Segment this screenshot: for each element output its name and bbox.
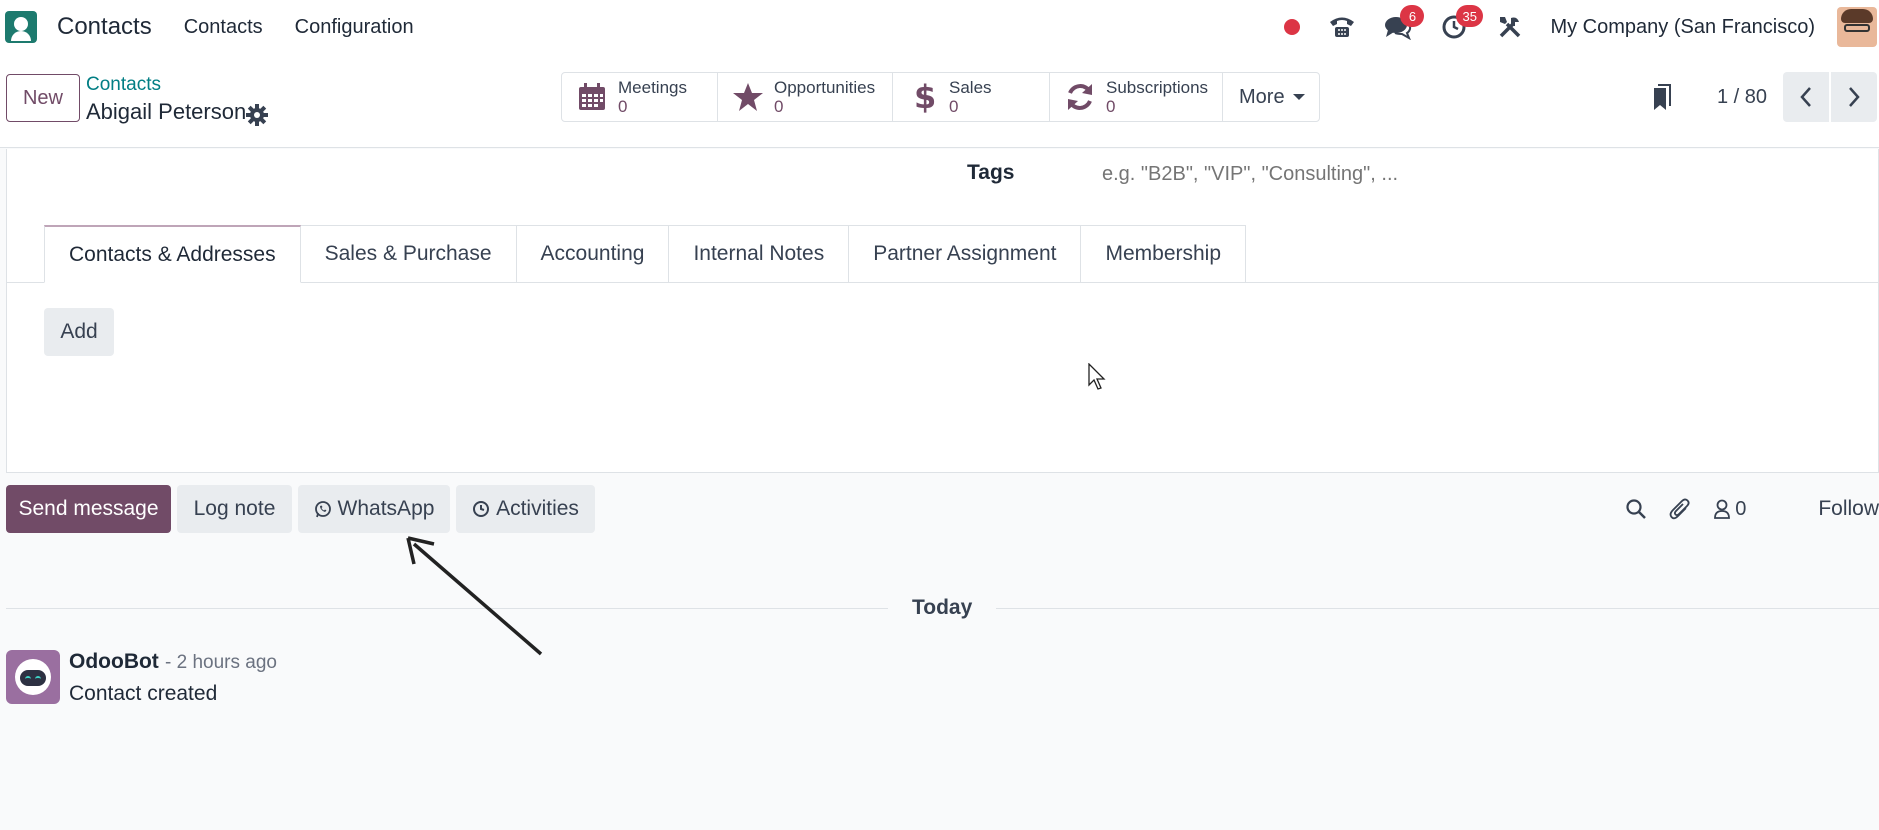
record-name: Abigail Peterson xyxy=(86,99,247,124)
smart-buttons: Meetings 0 Opportunities 0 $ Sales 0 Subscr… xyxy=(561,72,1320,122)
annotation-arrow-icon xyxy=(406,536,543,656)
new-button[interactable]: New xyxy=(6,74,80,122)
meetings-label: Meetings xyxy=(618,78,687,97)
pager-previous-button[interactable] xyxy=(1783,72,1829,122)
messages-badge: 6 xyxy=(1400,5,1425,27)
menu-contacts[interactable]: Contacts xyxy=(184,16,263,39)
today-label: Today xyxy=(888,596,997,620)
tags-label: Tags xyxy=(967,161,1015,184)
tab-internal-notes[interactable]: Internal Notes xyxy=(669,225,850,283)
paperclip-icon[interactable] xyxy=(1669,497,1691,521)
subscriptions-label: Subscriptions xyxy=(1106,78,1209,97)
sales-smart-button[interactable]: $ Sales 0 xyxy=(893,73,1050,121)
svg-text:$: $ xyxy=(914,80,935,114)
activities-clock-icon[interactable]: 35 xyxy=(1438,5,1483,43)
recording-indicator-icon[interactable] xyxy=(1284,19,1301,35)
tools-icon[interactable] xyxy=(1494,11,1526,43)
user-icon xyxy=(1714,499,1731,519)
calendar-icon xyxy=(576,81,608,113)
menu-configuration[interactable]: Configuration xyxy=(295,16,414,39)
followers-count: 0 xyxy=(1735,497,1747,520)
send-message-button[interactable]: Send message xyxy=(6,485,171,533)
tab-contacts-addresses[interactable]: Contacts & Addresses xyxy=(44,225,301,283)
whatsapp-icon xyxy=(314,500,332,518)
whatsapp-label: WhatsApp xyxy=(337,497,435,520)
activities-label: Activities xyxy=(496,497,579,520)
meetings-smart-button[interactable]: Meetings 0 xyxy=(562,73,718,121)
contacts-app-icon[interactable] xyxy=(5,11,37,43)
chatter-toolbar: Send message Log note WhatsApp Activitie… xyxy=(6,485,1879,535)
sales-count: 0 xyxy=(949,97,959,116)
top-navbar: Contacts Contacts Configuration 6 35 My … xyxy=(0,0,1879,54)
followers-button[interactable]: 0 xyxy=(1713,498,1746,521)
star-icon xyxy=(732,81,764,113)
user-avatar[interactable] xyxy=(1837,7,1877,47)
pager-buttons xyxy=(1783,72,1877,122)
more-label: More xyxy=(1239,85,1285,108)
tab-sales-purchase[interactable]: Sales & Purchase xyxy=(300,225,517,283)
activities-button[interactable]: Activities xyxy=(456,485,595,533)
form-sheet: Tags Contacts & Addresses Sales & Purcha… xyxy=(6,149,1879,473)
tab-partner-assignment[interactable]: Partner Assignment xyxy=(849,225,1082,283)
chevron-down-icon xyxy=(1292,94,1305,100)
more-dropdown[interactable]: More xyxy=(1223,73,1319,121)
mouse-cursor-icon xyxy=(1088,363,1106,390)
gear-icon[interactable] xyxy=(246,104,268,126)
opportunities-label: Opportunities xyxy=(774,78,876,97)
odoobot-avatar[interactable] xyxy=(6,650,60,704)
tab-membership[interactable]: Membership xyxy=(1081,225,1247,283)
company-switcher[interactable]: My Company (San Francisco) xyxy=(1550,16,1815,39)
activities-badge: 35 xyxy=(1456,5,1483,27)
phone-icon[interactable] xyxy=(1326,11,1358,43)
message-body: Contact created xyxy=(69,682,218,705)
messages-icon[interactable]: 6 xyxy=(1382,5,1425,43)
whatsapp-button[interactable]: WhatsApp xyxy=(298,485,450,533)
tags-input[interactable] xyxy=(1102,163,1522,186)
control-panel: New Contacts Abigail Peterson Meetings 0 … xyxy=(0,54,1879,148)
follow-button[interactable]: Follow xyxy=(1818,497,1879,521)
subscriptions-count: 0 xyxy=(1106,97,1116,116)
bookmark-icon[interactable] xyxy=(1652,84,1672,112)
log-note-button[interactable]: Log note xyxy=(177,485,292,533)
pager-next-button[interactable] xyxy=(1831,72,1877,122)
subscriptions-smart-button[interactable]: Subscriptions 0 xyxy=(1050,73,1223,121)
message-author[interactable]: OdooBot xyxy=(69,650,159,674)
message-date: - 2 hours ago xyxy=(165,652,277,673)
notebook-tabs: Contacts & Addresses Sales & Purchase Ac… xyxy=(44,225,1247,283)
refresh-icon xyxy=(1064,81,1096,113)
breadcrumb-contacts[interactable]: Contacts xyxy=(86,74,161,96)
tab-accounting[interactable]: Accounting xyxy=(516,225,670,283)
dollar-icon: $ xyxy=(907,80,939,114)
pager-value[interactable]: 1 / 80 xyxy=(1717,86,1767,109)
navbar-systray: 6 35 My Company (San Francisco) xyxy=(1284,0,1879,54)
meetings-count: 0 xyxy=(618,97,628,116)
opportunities-count: 0 xyxy=(774,97,784,116)
chatter-actions: 0 Follow xyxy=(1625,485,1879,533)
app-name[interactable]: Contacts xyxy=(57,13,152,41)
clock-icon xyxy=(472,500,490,518)
search-icon[interactable] xyxy=(1625,498,1647,520)
sales-label: Sales xyxy=(949,78,992,97)
opportunities-smart-button[interactable]: Opportunities 0 xyxy=(718,73,893,121)
add-contact-button[interactable]: Add xyxy=(44,308,114,356)
